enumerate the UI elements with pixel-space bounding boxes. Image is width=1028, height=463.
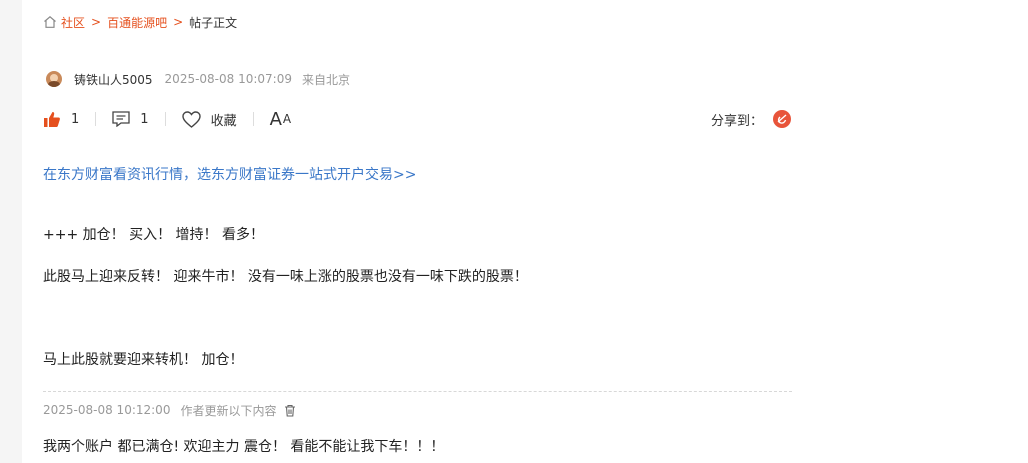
home-icon[interactable] [43, 15, 57, 29]
promo-link[interactable]: 在东方财富看资讯行情，选东方财富证券一站式开户交易>> [43, 164, 416, 184]
comment-icon [112, 111, 130, 127]
share-weibo-icon[interactable] [773, 110, 791, 128]
like-count: 1 [71, 111, 80, 127]
post-paragraph: +++ 加仓！ 买入！ 增持！ 看多！ [43, 227, 264, 243]
update-meta: 2025-08-08 10:12:00 作者更新以下内容 [43, 401, 296, 419]
chevron-right-icon: > [91, 15, 102, 29]
thumbs-up-icon [44, 111, 60, 127]
like-button[interactable]: 1 [43, 111, 79, 128]
action-bar: 1 1 收藏 A A 分享到： [43, 107, 791, 131]
chevron-right-icon: > [173, 15, 184, 29]
update-content: 我两个账户 都已满仓! 欢迎主力 震仓！ 看能不能让我下车！！！ [43, 439, 445, 455]
author-row: 铸铁山人5005 2025-08-08 10:07:09 来自北京 [46, 69, 350, 89]
avatar[interactable] [46, 71, 62, 87]
update-divider [43, 391, 792, 392]
favorite-button[interactable]: 收藏 [181, 110, 237, 129]
post-card: 社区 > 百通能源吧 > 帖子正文 铸铁山人5005 2025-08-08 10… [22, 0, 1028, 463]
divider [164, 112, 166, 126]
font-small-label: A [282, 112, 292, 126]
breadcrumb-item-forum[interactable]: 百通能源吧 [107, 14, 167, 31]
divider [95, 112, 97, 126]
author-name[interactable]: 铸铁山人5005 [74, 71, 153, 88]
update-time: 2025-08-08 10:12:00 [43, 403, 171, 417]
post-paragraph: 此股马上迎来反转！ 迎来牛市！ 没有一味上涨的股票也没有一味下跌的股票！ [43, 269, 528, 285]
breadcrumb-current: 帖子正文 [189, 15, 238, 30]
comment-button[interactable]: 1 [112, 111, 149, 127]
breadcrumb: 社区 > 百通能源吧 > 帖子正文 [43, 12, 237, 32]
comment-count: 1 [140, 111, 149, 127]
post-location: 来自北京 [302, 72, 351, 87]
share-label: 分享到： [710, 113, 763, 129]
divider [252, 112, 254, 126]
share-group: 分享到： [711, 110, 791, 129]
heart-icon [181, 110, 201, 128]
font-large-label: A [269, 108, 282, 130]
breadcrumb-item-community[interactable]: 社区 [61, 14, 85, 31]
post-time: 2025-08-08 10:07:09 [164, 72, 292, 86]
trash-icon[interactable] [284, 404, 296, 417]
update-label: 作者更新以下内容 [180, 403, 277, 418]
post-paragraph: 马上此股就要迎来转机！ 加仓！ [43, 352, 244, 368]
favorite-label: 收藏 [210, 113, 237, 129]
font-size-toggle[interactable]: A A [270, 109, 292, 130]
